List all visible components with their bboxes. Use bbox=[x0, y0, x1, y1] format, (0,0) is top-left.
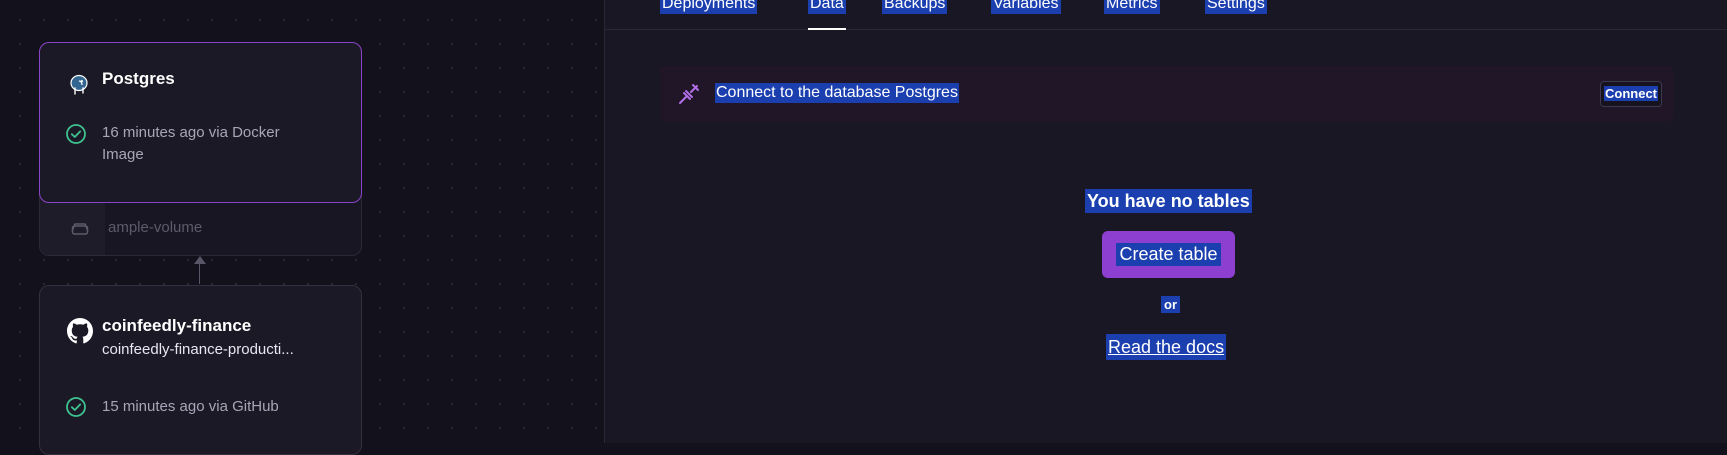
postgres-service-card[interactable]: Postgres 16 minutes ago via Docker Image bbox=[39, 42, 362, 203]
connect-banner-text: Connect to the database Postgres bbox=[715, 83, 959, 103]
connect-button-label: Connect bbox=[1604, 86, 1658, 101]
github-service-card[interactable]: coinfeedly-finance coinfeedly-finance-pr… bbox=[39, 285, 362, 455]
check-circle-icon bbox=[65, 123, 87, 145]
volume-name: ample-volume bbox=[108, 219, 203, 236]
connection-line bbox=[199, 262, 200, 284]
github-service-name: coinfeedly-finance bbox=[102, 316, 252, 335]
read-docs-link[interactable]: Read the docs bbox=[1106, 334, 1227, 360]
service-domain: coinfeedly-finance-producti... bbox=[102, 341, 294, 358]
create-table-label: Create table bbox=[1116, 243, 1221, 266]
or-separator: or bbox=[1161, 296, 1180, 313]
hard-drive-icon bbox=[71, 222, 89, 236]
github-icon bbox=[67, 318, 93, 344]
tab-metrics[interactable]: Metrics bbox=[1104, 0, 1160, 14]
check-circle-icon bbox=[65, 396, 87, 418]
tab-settings[interactable]: Settings bbox=[1205, 0, 1267, 14]
tab-bar: Deployments Data Backups Variables Metri… bbox=[605, 0, 1727, 30]
postgres-elephant-icon bbox=[67, 73, 91, 97]
connect-button[interactable]: Connect bbox=[1600, 81, 1662, 107]
connect-banner: Connect to the database Postgres Connect bbox=[660, 66, 1673, 121]
empty-state-title: You have no tables bbox=[1085, 189, 1252, 213]
tab-data[interactable]: Data bbox=[808, 0, 846, 30]
create-table-button[interactable]: Create table bbox=[1102, 231, 1235, 278]
project-canvas[interactable]: ample-volume Postgres 16 minutes ago via… bbox=[0, 0, 605, 455]
postgres-service-name: Postgres bbox=[102, 69, 175, 88]
github-deploy-status: 15 minutes ago via GitHub bbox=[102, 398, 279, 415]
service-detail-panel: Deployments Data Backups Variables Metri… bbox=[605, 0, 1727, 443]
tab-variables[interactable]: Variables bbox=[991, 0, 1061, 14]
connection-arrow-icon bbox=[194, 256, 206, 264]
tab-deployments[interactable]: Deployments bbox=[660, 0, 758, 14]
plug-connect-icon bbox=[677, 82, 701, 106]
tab-backups[interactable]: Backups bbox=[882, 0, 948, 14]
postgres-deploy-status: 16 minutes ago via Docker Image bbox=[102, 124, 280, 163]
